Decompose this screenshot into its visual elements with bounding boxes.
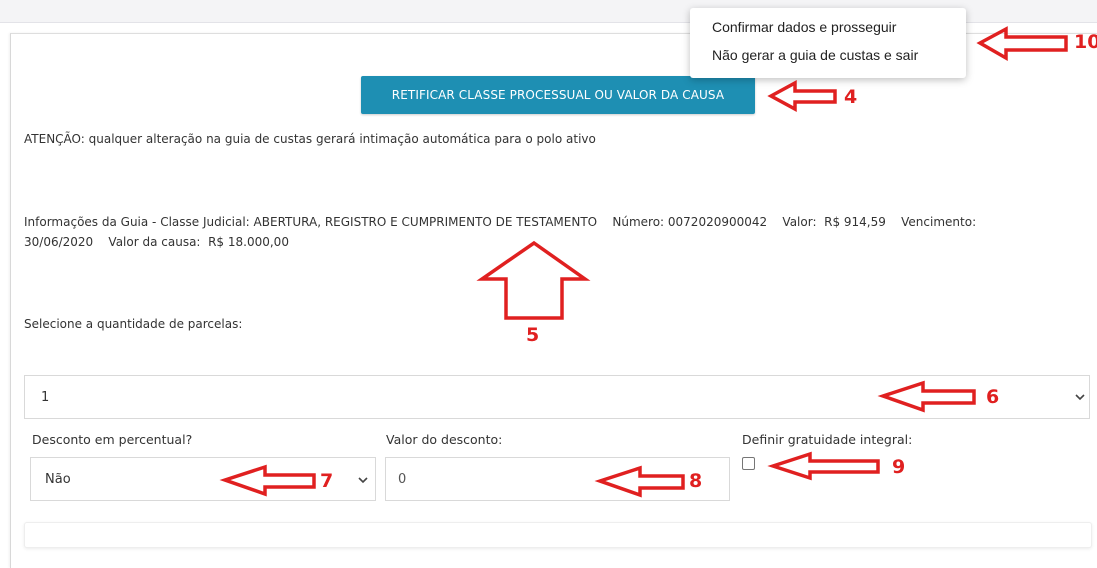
desconto-selected-value: Não: [45, 471, 71, 487]
annotation-label-9: 9: [892, 456, 906, 478]
footer-card: [24, 522, 1092, 548]
guia-info-line2: 30/06/2020 Valor da causa: R$ 18.000,00: [24, 235, 289, 249]
actions-dropdown-menu: Confirmar dados e prosseguir Não gerar a…: [690, 8, 966, 78]
annotation-label-10: 10: [1074, 31, 1097, 53]
attention-text: ATENÇÃO: qualquer alteração na guia de c…: [24, 132, 596, 146]
gratuidade-label: Definir gratuidade integral:: [742, 432, 913, 447]
gratuidade-checkbox[interactable]: [742, 457, 755, 470]
confirmar-menu-item[interactable]: Confirmar dados e prosseguir: [712, 19, 896, 35]
annotation-label-6: 6: [986, 386, 1000, 408]
parcelas-label: Selecione a quantidade de parcelas:: [24, 317, 243, 331]
valor-desconto-input[interactable]: [385, 457, 730, 501]
chevron-down-icon: [358, 477, 368, 484]
guia-info-line1: Informações da Guia - Classe Judicial: A…: [24, 215, 977, 229]
parcelas-selected-value: 1: [41, 389, 50, 405]
annotation-label-7: 7: [320, 470, 334, 492]
retificar-button[interactable]: RETIFICAR CLASSE PROCESSUAL OU VALOR DA …: [361, 76, 755, 114]
desconto-percentual-label: Desconto em percentual?: [32, 432, 193, 447]
annotation-label-4: 4: [844, 86, 858, 108]
annotation-label-5: 5: [526, 324, 540, 346]
sair-menu-item[interactable]: Não gerar a guia de custas e sair: [712, 47, 918, 63]
chevron-down-icon: [1075, 394, 1085, 401]
annotation-label-8: 8: [689, 470, 703, 492]
valor-desconto-label: Valor do desconto:: [386, 432, 503, 447]
parcelas-select[interactable]: 1: [24, 375, 1090, 419]
